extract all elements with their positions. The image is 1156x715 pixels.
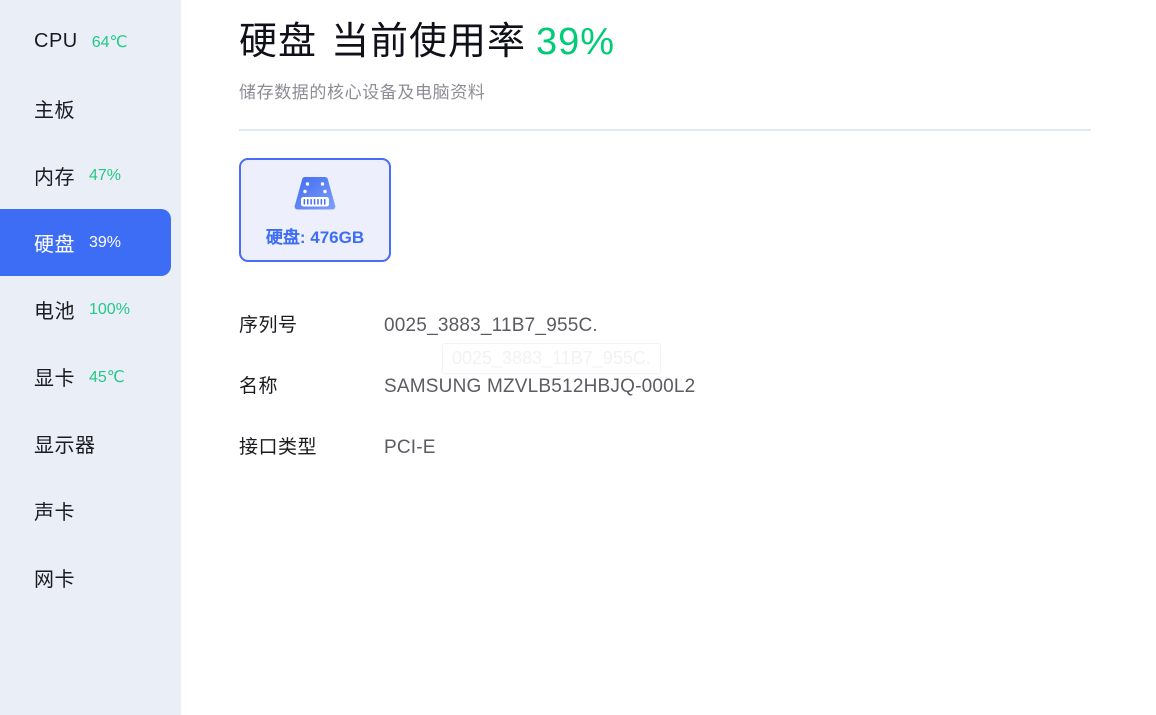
header-divider xyxy=(239,129,1091,132)
hard-drive-icon xyxy=(287,172,343,216)
sidebar-item-label: 内存 xyxy=(34,167,75,189)
sidebar-item-value: 100% xyxy=(89,300,130,318)
sidebar-item-label: 显示器 xyxy=(34,435,96,457)
sidebar-item-gpu[interactable]: 显卡 45℃ xyxy=(0,343,171,410)
sidebar-item-label: 电池 xyxy=(34,301,75,323)
detail-value[interactable]: 0025_3883_11B7_955C. xyxy=(384,315,598,337)
main-content: 硬盘 当前使用率 39% 储存数据的核心设备及电脑资料 硬盘: 476GB 序列… xyxy=(181,0,1156,715)
sidebar-item-battery[interactable]: 电池 100% xyxy=(0,276,171,343)
detail-value[interactable]: PCI-E xyxy=(384,437,436,459)
page-title-usage-value: 39% xyxy=(536,21,616,63)
detail-row-serial-number: 序列号 0025_3883_11B7_955C. xyxy=(239,310,1156,371)
sidebar-item-label: CPU xyxy=(34,30,78,52)
device-card-label: 硬盘: 476GB xyxy=(265,228,365,248)
detail-row-interface-type: 接口类型 PCI-E xyxy=(239,432,1156,493)
sidebar-item-disk[interactable]: 硬盘 39% xyxy=(0,209,171,276)
sidebar-item-value: 39% xyxy=(89,233,122,251)
page-title: 硬盘 当前使用率 39% xyxy=(239,0,1156,68)
page-title-usage-label: 当前使用率 xyxy=(331,21,527,63)
page-subtitle: 储存数据的核心设备及电脑资料 xyxy=(239,83,486,103)
app-root: CPU 64℃ 主板 内存 47% 硬盘 39% 电池 100% 显卡 45℃ 显示器 声卡 网卡 硬盘当… xyxy=(0,0,1156,715)
page-title-device: 硬盘 xyxy=(239,21,318,63)
sidebar-item-networkcard[interactable]: 网卡 xyxy=(0,544,171,611)
sidebar-item-value: 64℃ xyxy=(91,33,128,51)
sidebar-item-value: 45℃ xyxy=(89,368,125,386)
sidebar-item-label: 硬盘 xyxy=(34,234,75,256)
detail-row-model-name: 名称 SAMSUNG MZVLB512HBJQ-000L2 xyxy=(239,371,1156,432)
sidebar-item-label: 显卡 xyxy=(34,368,75,390)
detail-value[interactable]: SAMSUNG MZVLB512HBJQ-000L2 xyxy=(384,376,695,398)
device-details: 序列号 0025_3883_11B7_955C. 名称 SAMSUNG MZVLB51… xyxy=(239,310,1156,493)
sidebar-item-label: 网卡 xyxy=(34,569,75,591)
sidebar-item-label: 声卡 xyxy=(34,502,75,524)
detail-label: 名称 xyxy=(239,376,279,398)
sidebar-item-value: 47% xyxy=(89,166,122,184)
sidebar-item-motherboard[interactable]: 主板 xyxy=(0,75,171,142)
detail-label: 接口类型 xyxy=(239,437,318,459)
sidebar-item-monitor[interactable]: 显示器 xyxy=(0,410,171,477)
device-card-row: 硬盘: 476GB xyxy=(239,158,1156,263)
detail-label: 序列号 xyxy=(239,315,298,337)
sidebar-item-cpu[interactable]: CPU 64℃ xyxy=(0,8,171,75)
sidebar-item-soundcard[interactable]: 声卡 xyxy=(0,477,171,544)
sidebar-item-memory[interactable]: 内存 47% xyxy=(0,142,171,209)
device-card-disk[interactable]: 硬盘: 476GB xyxy=(239,158,391,263)
sidebar-item-label: 主板 xyxy=(34,100,75,122)
sidebar: CPU 64℃ 主板内存 47% 硬盘 39% 电池 100% 显卡 45℃ 显示器声卡网卡 xyxy=(0,0,181,715)
